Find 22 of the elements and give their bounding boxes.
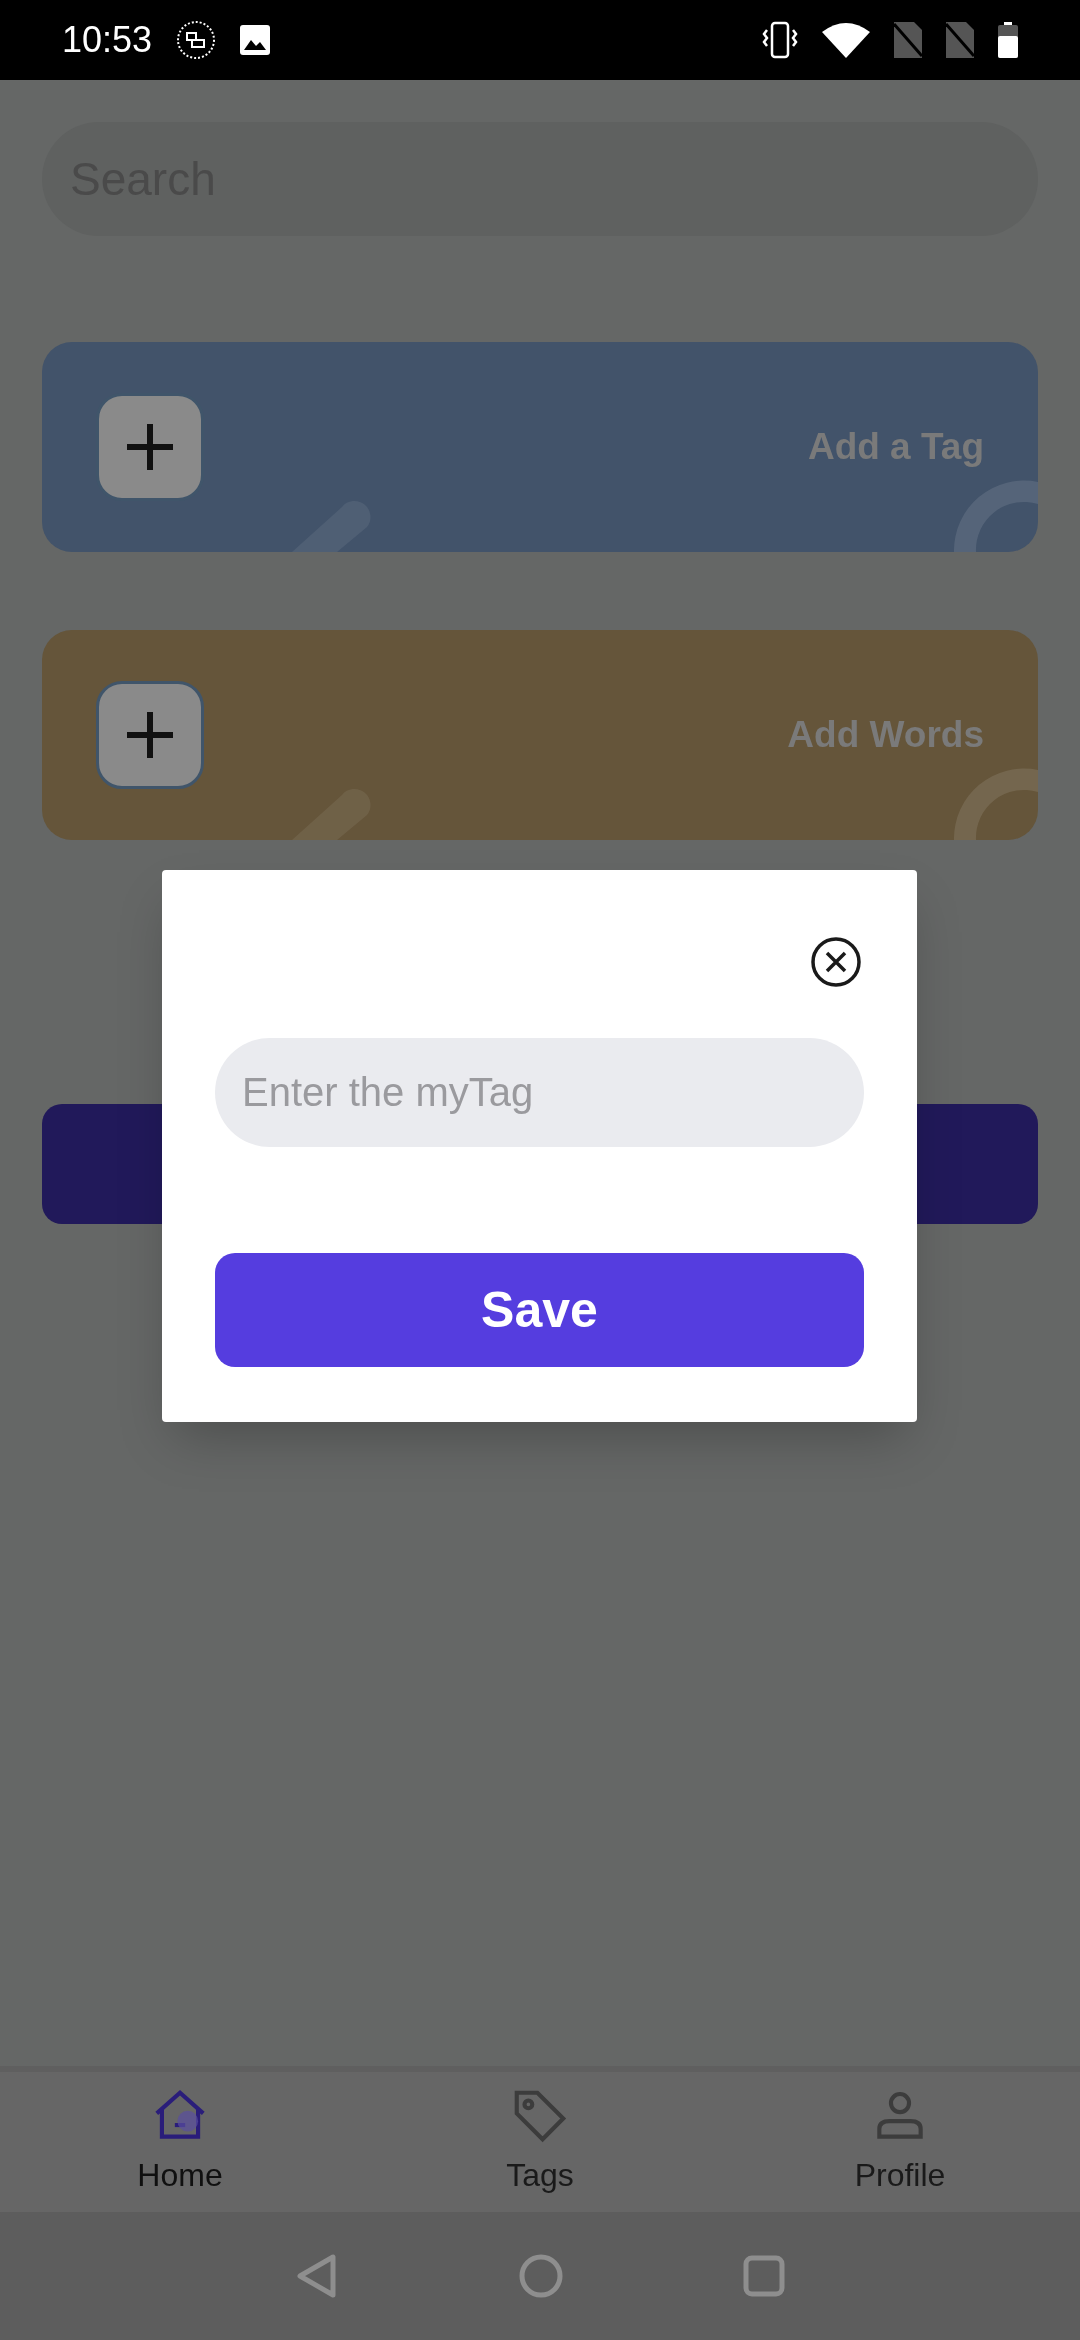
card-title: Add Words <box>787 713 984 758</box>
close-icon[interactable] <box>810 936 862 988</box>
app-icon <box>176 20 217 60</box>
nav-tab[interactable]: Home <box>0 2072 360 2212</box>
add-button[interactable] <box>96 393 204 501</box>
tag-input[interactable]: Enter the myTag <box>215 1038 864 1147</box>
wifi-icon <box>822 22 870 58</box>
nav-tab[interactable]: Tags <box>360 2072 720 2212</box>
status-time: 10:53 <box>62 18 153 62</box>
no-sim-icon <box>894 22 922 58</box>
nav-tab[interactable]: Profile <box>720 2072 1080 2212</box>
image-icon <box>240 25 271 55</box>
card-title: Add a Tag <box>807 425 984 470</box>
vibrate-icon <box>762 20 798 60</box>
no-sim-icon <box>946 22 974 58</box>
add-card[interactable]: Add a Tag <box>42 342 1038 552</box>
add-card[interactable]: Add Words <box>42 630 1038 840</box>
plus-icon <box>125 422 175 472</box>
plus-icon <box>125 710 175 760</box>
add-button[interactable] <box>96 681 204 789</box>
save-button[interactable]: Save <box>215 1253 864 1367</box>
battery-icon <box>998 22 1018 58</box>
